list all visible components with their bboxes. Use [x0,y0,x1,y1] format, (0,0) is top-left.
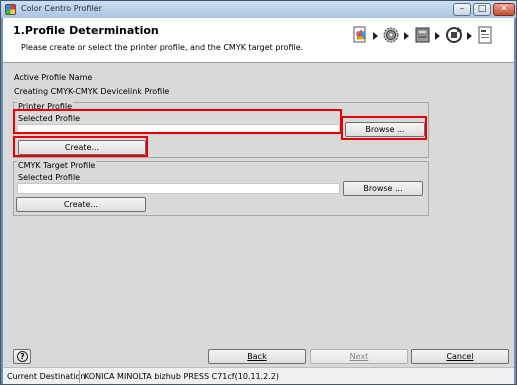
title-bar[interactable]: Color Centro Profiler – □ ✕ [1,1,516,18]
maximize-button[interactable]: □ [473,3,491,16]
printer-profile-group: Printer Profile Selected Profile Browse … [13,102,429,158]
cancel-button-label: Cancel [446,352,474,361]
next-button-label: Next [349,352,369,361]
step-arrow-icon [467,32,472,40]
document-icon [478,26,492,44]
cmyk-browse-button[interactable]: Browse ... [343,181,423,196]
printer-selected-profile-label: Selected Profile [18,114,81,123]
printer-create-button[interactable]: Create... [18,140,146,155]
help-button[interactable]: ? [13,349,31,364]
cmyk-target-group-label: CMYK Target Profile [17,161,97,170]
step-arrow-icon [404,32,409,40]
current-destination-value: KONICA MINOLTA bizhub PRESS C71cf(10.11.… [84,372,280,381]
current-destination-label: Current Destination [7,372,86,381]
next-button[interactable]: Next [310,349,408,364]
minimize-button[interactable]: – [453,3,471,16]
printer-browse-button[interactable]: Browse ... [345,122,425,137]
cancel-button[interactable]: Cancel [411,349,509,364]
back-button-label: Back [247,352,267,361]
cmyk-selected-profile-field[interactable] [17,183,340,194]
window-title: Color Centro Profiler [21,4,102,13]
printer-selected-profile-field[interactable] [17,124,340,135]
page-subtitle: Please create or select the printer prof… [21,43,304,52]
color-sync-icon [446,27,462,43]
active-profile-label: Active Profile Name [14,73,93,82]
wizard-steps [351,22,511,52]
cmyk-target-profile-group: CMYK Target Profile Selected Profile Bro… [13,161,429,216]
back-button[interactable]: Back [208,349,306,364]
printer-profile-group-label: Printer Profile [17,102,74,111]
app-window: Color Centro Profiler – □ ✕ 1.Profile De… [0,0,517,385]
step-arrow-icon [373,32,378,40]
status-divider [79,370,80,383]
printer-icon [415,27,430,43]
settings-gear-icon [383,27,399,43]
help-icon: ? [17,351,28,362]
step-arrow-icon [435,32,440,40]
main-panel: 1.Profile Determination Please create or… [3,18,514,384]
page-title: 1.Profile Determination [13,24,159,37]
active-profile-value: Creating CMYK-CMYK Devicelink Profile [14,87,170,96]
app-logo-icon [5,4,16,15]
status-bar: Current Destination KONICA MINOLTA bizhu… [3,367,514,384]
cmyk-selected-profile-label: Selected Profile [18,173,81,182]
cmyk-create-button[interactable]: Create... [16,197,146,212]
close-button[interactable]: ✕ [493,3,515,16]
wizard-header: 1.Profile Determination Please create or… [3,18,514,63]
profile-select-icon [353,26,366,43]
